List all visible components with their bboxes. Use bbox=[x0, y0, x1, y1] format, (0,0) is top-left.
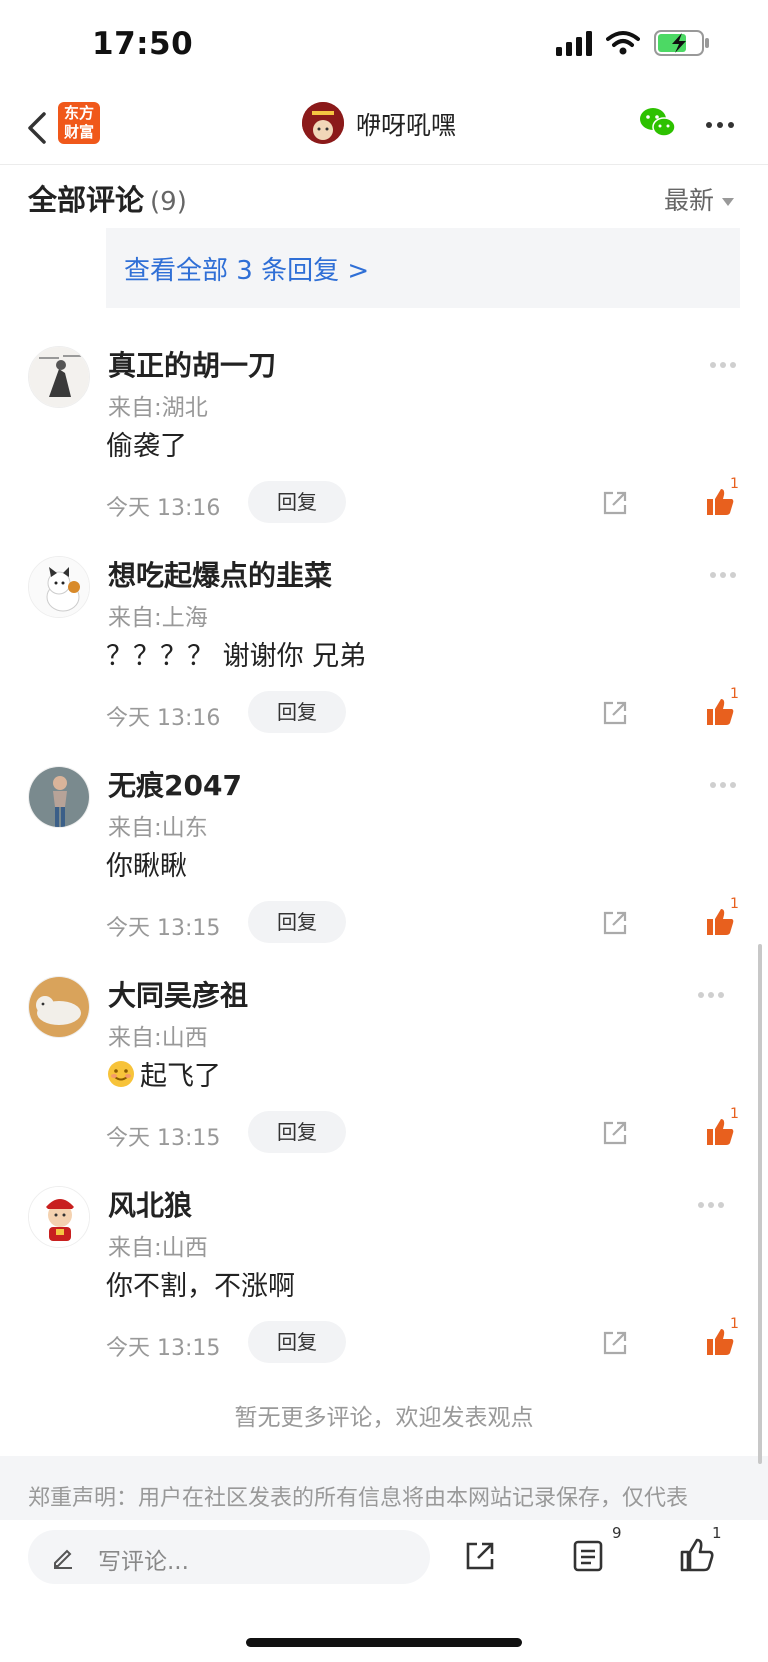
avatar[interactable] bbox=[28, 556, 90, 618]
comment-text: 你瞅瞅 bbox=[106, 851, 187, 882]
comment-text: ？？？？ 谢谢你 兄弟 bbox=[106, 641, 367, 672]
comment-item: 无痕2047 来自:山东 你瞅瞅 今天 13:15 回复 1 bbox=[0, 746, 768, 956]
comment-more-icon[interactable] bbox=[710, 572, 736, 578]
comment-author[interactable]: 大同吴彦祖 bbox=[108, 974, 248, 1014]
section-title: 全部评论 (9) bbox=[28, 177, 187, 219]
avatar[interactable] bbox=[28, 346, 90, 408]
comment-more-icon[interactable] bbox=[710, 362, 736, 368]
reply-button[interactable]: 回复 bbox=[248, 481, 346, 523]
comment-author[interactable]: 真正的胡一刀 bbox=[108, 344, 276, 384]
comment-text: 你不割，不涨啊 bbox=[106, 1271, 295, 1302]
share-icon[interactable] bbox=[600, 1118, 630, 1148]
pen-icon bbox=[54, 1549, 72, 1569]
eastmoney-logo[interactable]: 东方 财富 bbox=[58, 102, 100, 144]
comment-text: 起飞了 bbox=[106, 1054, 221, 1093]
scrollbar[interactable] bbox=[758, 944, 762, 1464]
share-icon[interactable] bbox=[600, 1328, 630, 1358]
comment-author[interactable]: 风北狼 bbox=[108, 1184, 192, 1224]
status-time: 17:50 bbox=[92, 26, 194, 62]
like-count: 1 bbox=[730, 476, 739, 492]
like-count: 1 bbox=[730, 1106, 739, 1122]
avatar[interactable] bbox=[28, 766, 90, 828]
comment-item: 风北狼 来自:山西 你不割，不涨啊 今天 13:15 回复 1 bbox=[0, 1166, 768, 1376]
comment-item: 想吃起爆点的韭菜 来自:上海 ？？？？ 谢谢你 兄弟 今天 13:16 回复 1 bbox=[0, 536, 768, 746]
reply-button[interactable]: 回复 bbox=[248, 1321, 346, 1363]
comment-location: 来自:山西 bbox=[108, 1235, 208, 1261]
like-count: 1 bbox=[730, 896, 739, 912]
view-all-replies-link[interactable]: 查看全部 3 条回复 > bbox=[124, 250, 369, 287]
thumbs-up-outline-icon[interactable] bbox=[678, 1536, 716, 1574]
author-avatar[interactable] bbox=[302, 102, 344, 144]
avatar[interactable] bbox=[28, 976, 90, 1038]
avatar[interactable] bbox=[28, 1186, 90, 1248]
section-title-text: 全部评论 bbox=[28, 183, 145, 217]
logo-line1: 东方 bbox=[63, 104, 94, 122]
battery-charging-icon bbox=[654, 30, 709, 56]
comment-location: 来自:上海 bbox=[108, 605, 208, 631]
author-name[interactable]: 咿呀吼嘿 bbox=[356, 106, 456, 142]
comment-input[interactable]: 写评论... bbox=[28, 1530, 430, 1584]
logo-line2: 财富 bbox=[63, 123, 94, 141]
comment-more-icon[interactable] bbox=[698, 1202, 724, 1208]
signal-icon bbox=[556, 30, 592, 56]
wechat-share-icon[interactable] bbox=[638, 106, 678, 140]
comment-time: 今天 13:15 bbox=[106, 1336, 221, 1361]
reply-button[interactable]: 回复 bbox=[248, 691, 346, 733]
share-icon[interactable] bbox=[462, 1538, 498, 1574]
disclaimer: 郑重声明：用户在社区发表的所有信息将由本网站记录保存，仅代表 bbox=[0, 1456, 768, 1520]
comment-input-placeholder: 写评论... bbox=[98, 1549, 189, 1575]
comment-list-icon[interactable] bbox=[570, 1538, 606, 1574]
comments-header: 全部评论 (9) 最新 bbox=[0, 165, 768, 227]
like-count: 1 bbox=[730, 1316, 739, 1332]
more-menu-icon[interactable] bbox=[706, 122, 734, 128]
comment-time: 今天 13:16 bbox=[106, 706, 221, 731]
like-count: 1 bbox=[730, 686, 739, 702]
comment-time: 今天 13:16 bbox=[106, 496, 221, 521]
sort-dropdown[interactable]: 最新 bbox=[664, 181, 734, 217]
comment-more-icon[interactable] bbox=[710, 782, 736, 788]
smiley-emoji-icon bbox=[108, 1060, 134, 1087]
comment-time: 今天 13:15 bbox=[106, 916, 221, 941]
comment-author[interactable]: 无痕2047 bbox=[108, 764, 242, 804]
comment-text-body: 起飞了 bbox=[140, 1061, 221, 1092]
share-icon[interactable] bbox=[600, 488, 630, 518]
status-icons bbox=[556, 30, 710, 56]
like-total-count: 1 bbox=[712, 1524, 722, 1542]
comment-item: 真正的胡一刀 来自:湖北 偷袭了 今天 13:16 回复 1 bbox=[0, 326, 768, 536]
wifi-icon bbox=[606, 31, 640, 55]
status-bar: 17:50 bbox=[0, 0, 768, 92]
comment-text: 偷袭了 bbox=[106, 431, 187, 462]
comment-item: 大同吴彦祖 来自:山西 起飞了 今天 13:15 回复 1 bbox=[0, 956, 768, 1166]
comment-more-icon[interactable] bbox=[698, 992, 724, 998]
caret-down-icon bbox=[722, 198, 734, 206]
comment-count: (9) bbox=[150, 187, 187, 217]
no-more-comments: 暂无更多评论，欢迎发表观点 bbox=[234, 1405, 534, 1431]
back-chevron-icon[interactable] bbox=[24, 108, 52, 148]
comment-author[interactable]: 想吃起爆点的韭菜 bbox=[108, 554, 332, 594]
disclaimer-text: 郑重声明：用户在社区发表的所有信息将由本网站记录保存，仅代表 bbox=[28, 1486, 689, 1511]
reply-preview-box: 查看全部 3 条回复 > bbox=[106, 228, 740, 308]
comment-location: 来自:湖北 bbox=[108, 395, 208, 421]
comment-time: 今天 13:15 bbox=[106, 1126, 221, 1151]
home-indicator bbox=[246, 1638, 522, 1647]
comment-location: 来自:山东 bbox=[108, 815, 208, 841]
nav-bar: 东方 财富 咿呀吼嘿 bbox=[0, 92, 768, 165]
comment-list-count: 9 bbox=[612, 1524, 622, 1542]
share-icon[interactable] bbox=[600, 698, 630, 728]
share-icon[interactable] bbox=[600, 908, 630, 938]
reply-button[interactable]: 回复 bbox=[248, 901, 346, 943]
comment-location: 来自:山西 bbox=[108, 1025, 208, 1051]
reply-button[interactable]: 回复 bbox=[248, 1111, 346, 1153]
sort-label: 最新 bbox=[663, 186, 714, 215]
